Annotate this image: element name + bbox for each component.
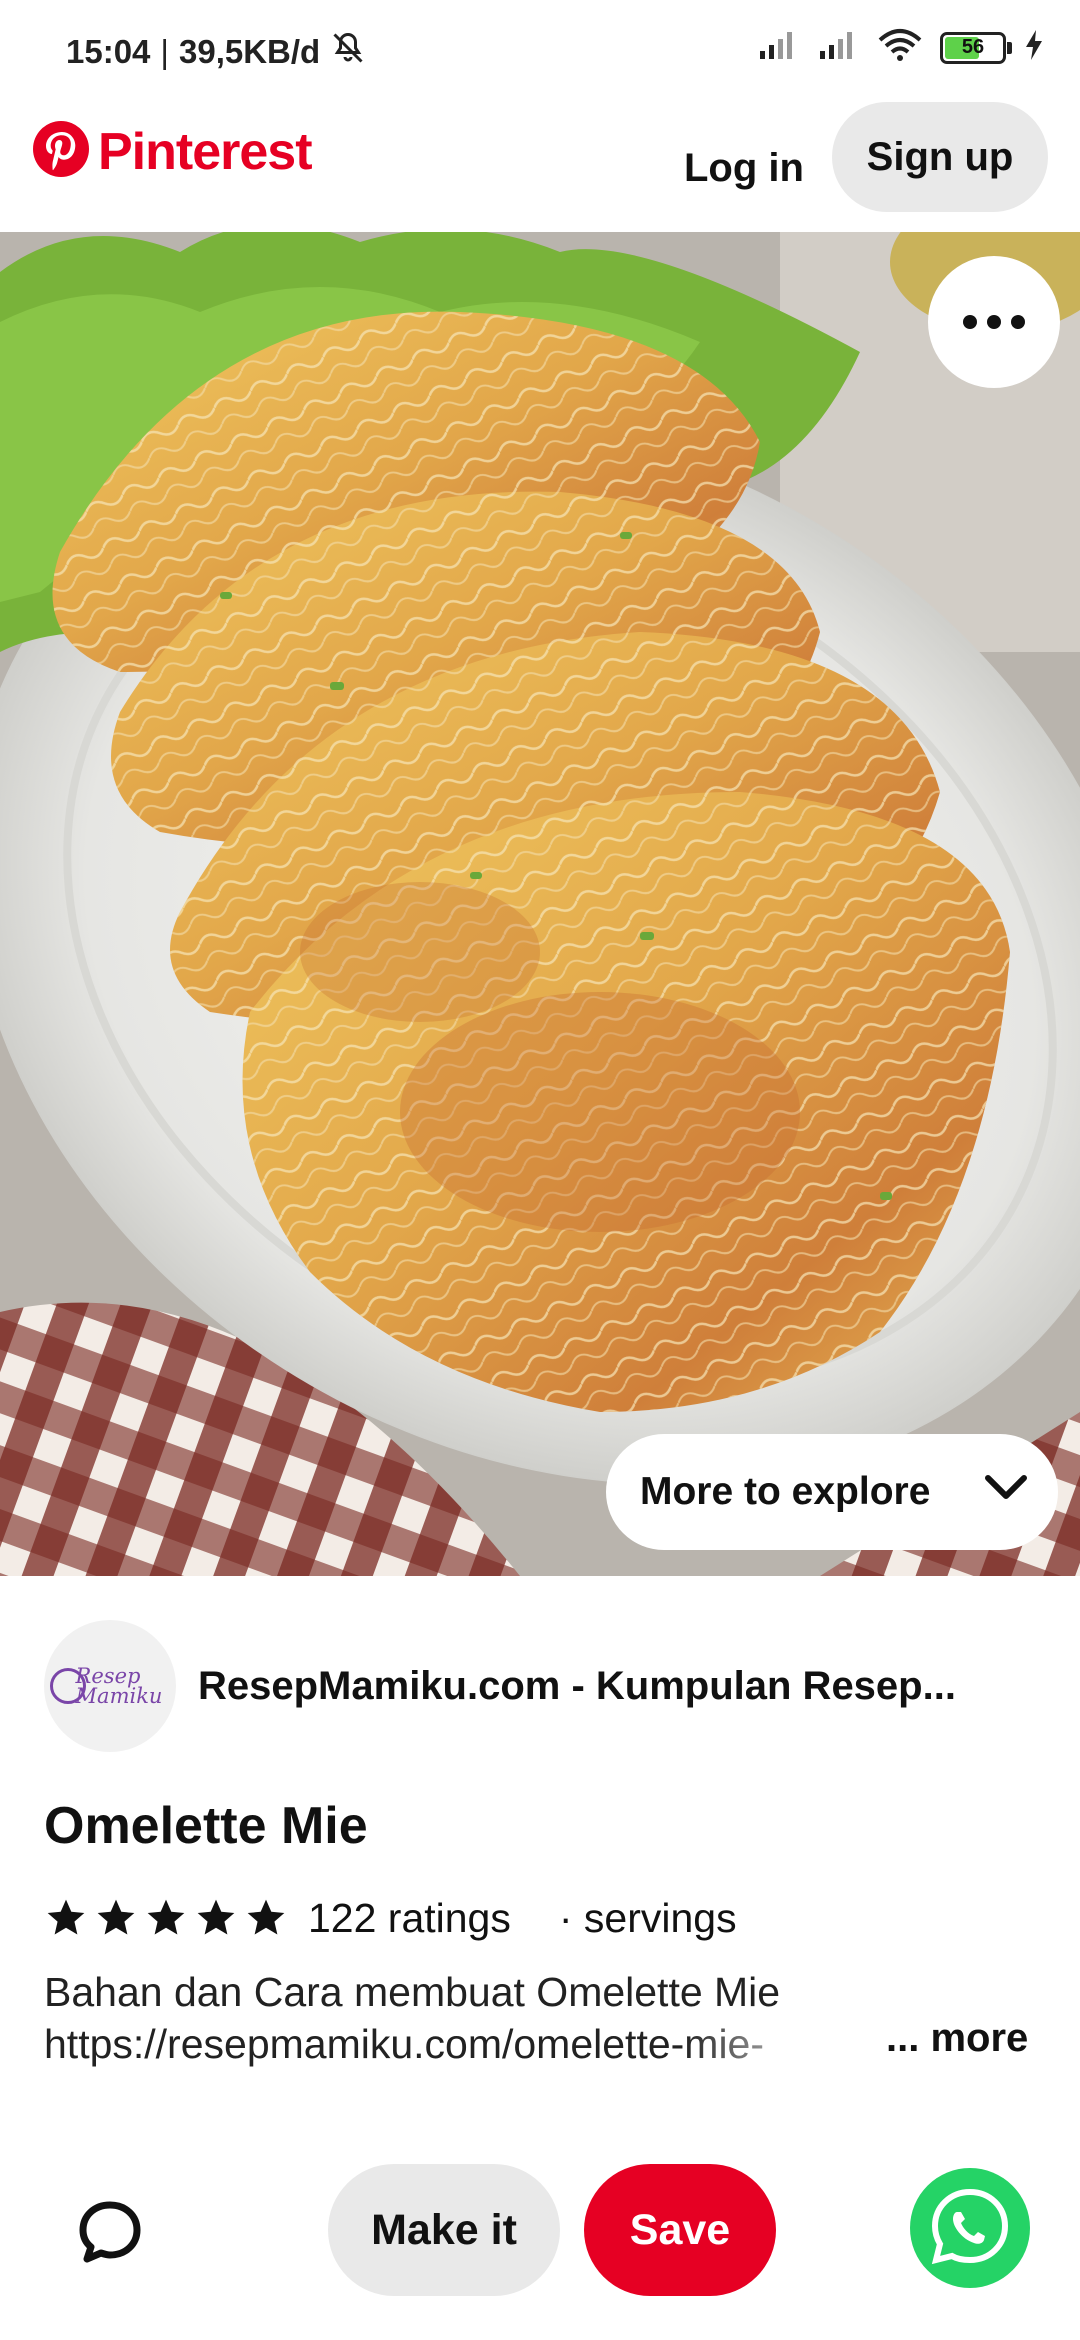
description-line1: Bahan dan Cara membuat Omelette Mie [44,1969,781,2015]
pin-title: Omelette Mie [44,1797,368,1855]
chevron-down-icon [984,1474,1028,1502]
star-icon [147,1899,185,1935]
status-bar: 15:04 | 39,5KB/d 56 [0,0,1080,100]
status-network-speed: 39,5KB/d [178,33,321,70]
signup-button[interactable]: Sign up [832,102,1048,212]
comment-button[interactable] [70,2194,150,2274]
ellipsis-icon [963,315,1025,329]
wifi-icon [878,28,922,67]
signal-icon [758,29,800,66]
status-left: 15:04 | 39,5KB/d [66,30,366,74]
pin-image-illustration [0,232,1080,1576]
status-time: 15:04 [66,33,151,70]
description-line2: https://resepmamiku.com/omelette-mie- [44,2021,765,2067]
save-button[interactable]: Save [584,2164,776,2296]
source-row[interactable]: Resep Mamiku ResepMamiku.com - Kumpulan … [44,1620,1028,1752]
servings-text: · servings [558,1894,737,1941]
avatar-logo-text: Resep Mamiku [58,1664,163,1708]
whatsapp-share-button[interactable] [910,2167,1030,2293]
comment-icon [77,2199,143,2270]
avatar-line1: Resep [75,1664,141,1688]
status-divider: | [160,33,169,70]
more-link[interactable]: ... more [886,2016,1028,2061]
make-it-button[interactable]: Make it [328,2164,560,2296]
pin-image[interactable]: More to explore [0,232,1080,1576]
rating-row: 122 ratings · servings [44,1888,737,1948]
star-icon [247,1899,285,1935]
header: Pinterest Log in Sign up [0,100,1080,232]
pinterest-logo[interactable]: Pinterest [32,120,313,183]
source-avatar[interactable]: Resep Mamiku [44,1620,176,1752]
star-icon [197,1899,235,1935]
whatsapp-icon [910,2167,1030,2293]
rating-stars [44,1896,288,1940]
avatar-line2: Mamiku [75,1684,163,1708]
more-options-button[interactable] [928,256,1060,388]
pin-description: Bahan dan Cara membuat Omelette Mie http… [44,1966,864,2070]
source-name[interactable]: ResepMamiku.com - Kumpulan Resep... [198,1664,1028,1709]
star-icon [97,1899,135,1935]
ratings-count: 122 ratings [308,1894,511,1941]
login-button[interactable]: Log in [668,132,820,204]
signal-icon [818,29,860,66]
battery-icon: 56 [940,31,1012,64]
status-right: 56 [758,28,1044,67]
brand-name: Pinterest [98,122,313,181]
more-to-explore-button[interactable]: More to explore [606,1434,1058,1550]
mute-icon [330,30,366,74]
battery-level: 56 [961,36,985,58]
explore-label: More to explore [640,1470,931,1513]
star-icon [47,1899,85,1935]
charging-icon [1024,29,1044,66]
pinterest-icon [32,120,90,183]
